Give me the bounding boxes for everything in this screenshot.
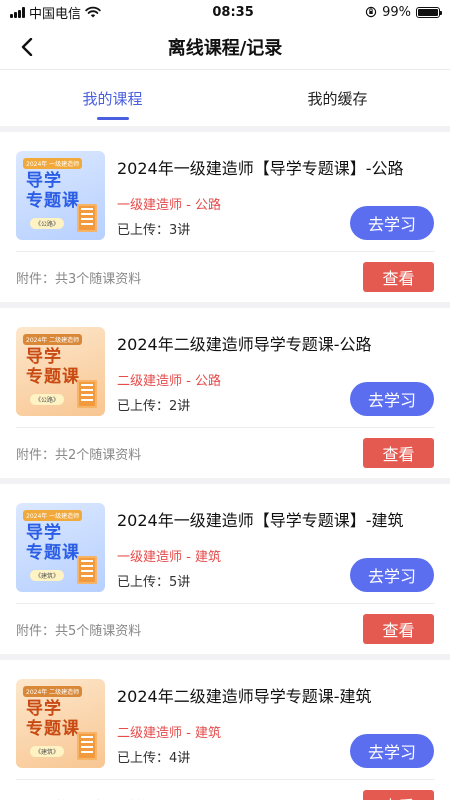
course-title[interactable]: 2024年二级建造师导学专题课-公路	[117, 334, 434, 356]
course-card-footer: 附件：共2个随课资料 查看	[16, 428, 434, 478]
chevron-left-icon	[21, 38, 33, 56]
wifi-icon	[85, 6, 101, 18]
course-card-main: 2024年 一级建造师 导学 专题课 《建筑》 2024年一级建造师【导学专题课】…	[16, 484, 434, 604]
building-icon	[77, 732, 97, 760]
course-title[interactable]: 2024年一级建造师【导学专题课】-建筑	[117, 510, 434, 532]
attachment-count: 附件：共3个随课资料	[16, 271, 142, 287]
view-button[interactable]: 查看	[363, 614, 434, 644]
thumbnail-title: 导学 专题课	[26, 171, 80, 211]
tab-label: 我的课程	[82, 89, 143, 108]
study-button[interactable]: 去学习	[350, 734, 434, 768]
orientation-lock-icon	[365, 6, 377, 18]
thumbnail-tag: 2024年 一级建造师	[23, 510, 83, 521]
page-title: 离线课程/记录	[167, 37, 283, 59]
building-icon	[77, 380, 97, 408]
course-info: 2024年二级建造师导学专题课-公路 二级建造师 - 公路 已上传：2讲 去学习	[117, 327, 434, 427]
study-button[interactable]: 去学习	[350, 382, 434, 416]
view-button[interactable]: 查看	[363, 438, 434, 468]
status-right: 99%	[365, 4, 442, 20]
course-card-footer: 附件：共3个随课资料 查看	[16, 252, 434, 302]
course-card[interactable]: 2024年 一级建造师 导学 专题课 《建筑》 2024年一级建造师【导学专题课】…	[0, 484, 450, 654]
battery-icon	[416, 6, 442, 18]
battery-percent: 99%	[382, 4, 411, 20]
thumbnail-title: 导学 专题课	[26, 347, 80, 387]
tab-my-cache[interactable]: 我的缓存	[225, 70, 450, 126]
thumbnail-tag: 2024年 二级建造师	[23, 334, 83, 345]
thumbnail-subject: 《建筑》	[30, 746, 65, 757]
study-button[interactable]: 去学习	[350, 206, 434, 240]
signal-icon	[10, 6, 25, 18]
course-thumbnail[interactable]: 2024年 一级建造师 导学 专题课 《建筑》	[16, 503, 105, 592]
course-card-footer: 附件：共4个随课资料 查看	[16, 780, 434, 800]
course-card-main: 2024年 一级建造师 导学 专题课 《公路》 2024年一级建造师【导学专题课】…	[16, 132, 434, 252]
attachment-count: 附件：共4个随课资料	[16, 796, 141, 800]
thumbnail-subject: 《公路》	[30, 218, 65, 229]
attachment-count: 附件：共2个随课资料	[16, 447, 142, 463]
course-thumbnail[interactable]: 2024年 二级建造师 导学 专题课 《公路》	[16, 327, 105, 416]
clock: 08:35	[212, 4, 254, 20]
course-thumbnail[interactable]: 2024年 一级建造师 导学 专题课 《公路》	[16, 151, 105, 240]
course-card[interactable]: 2024年 一级建造师 导学 专题课 《公路》 2024年一级建造师【导学专题课】…	[0, 132, 450, 302]
tab-bar: 我的课程 我的缓存	[0, 70, 450, 126]
thumbnail-subject: 《建筑》	[30, 570, 65, 581]
thumbnail-tag: 2024年 二级建造师	[23, 686, 83, 697]
thumbnail-tag: 2024年 一级建造师	[23, 158, 83, 169]
attachment-count: 附件：共5个随课资料	[16, 623, 142, 639]
view-button[interactable]: 查看	[363, 262, 434, 292]
course-info: 2024年一级建造师【导学专题课】-公路 一级建造师 - 公路 已上传：3讲 去…	[117, 151, 434, 251]
course-info: 2024年二级建造师导学专题课-建筑 二级建造师 - 建筑 已上传：4讲 去学习	[117, 679, 434, 779]
thumbnail-title: 导学 专题课	[26, 523, 80, 563]
thumbnail-title: 导学 专题课	[26, 699, 80, 739]
course-card-main: 2024年 二级建造师 导学 专题课 《公路》 2024年二级建造师导学专题课-公…	[16, 308, 434, 428]
tab-my-courses[interactable]: 我的课程	[0, 70, 225, 126]
view-button[interactable]: 查看	[363, 790, 434, 800]
status-left: 中国电信	[10, 3, 101, 22]
nav-bar: 离线课程/记录	[0, 24, 450, 70]
thumbnail-subject: 《公路》	[30, 394, 65, 405]
course-title[interactable]: 2024年一级建造师【导学专题课】-公路	[117, 158, 434, 180]
course-card-footer: 附件：共5个随课资料 查看	[16, 604, 434, 654]
building-icon	[77, 556, 97, 584]
course-card[interactable]: 2024年 二级建造师 导学 专题课 《建筑》 2024年二级建造师导学专题课-建…	[0, 660, 450, 800]
tab-label: 我的缓存	[307, 89, 368, 108]
course-thumbnail[interactable]: 2024年 二级建造师 导学 专题课 《建筑》	[16, 679, 105, 768]
course-card[interactable]: 2024年 二级建造师 导学 专题课 《公路》 2024年二级建造师导学专题课-公…	[0, 308, 450, 478]
course-title[interactable]: 2024年二级建造师导学专题课-建筑	[117, 686, 434, 708]
course-card-main: 2024年 二级建造师 导学 专题课 《建筑》 2024年二级建造师导学专题课-建…	[16, 660, 434, 780]
study-button[interactable]: 去学习	[350, 558, 434, 592]
carrier-label: 中国电信	[29, 6, 82, 22]
building-icon	[77, 204, 97, 232]
course-list: 2024年 一级建造师 导学 专题课 《公路》 2024年一级建造师【导学专题课】…	[0, 126, 450, 800]
status-bar: 中国电信 08:35 99%	[0, 0, 450, 24]
back-button[interactable]	[14, 34, 40, 60]
course-info: 2024年一级建造师【导学专题课】-建筑 一级建造师 - 建筑 已上传：5讲 去…	[117, 503, 434, 603]
tab-active-indicator	[96, 117, 129, 120]
battery-fill	[418, 8, 438, 16]
